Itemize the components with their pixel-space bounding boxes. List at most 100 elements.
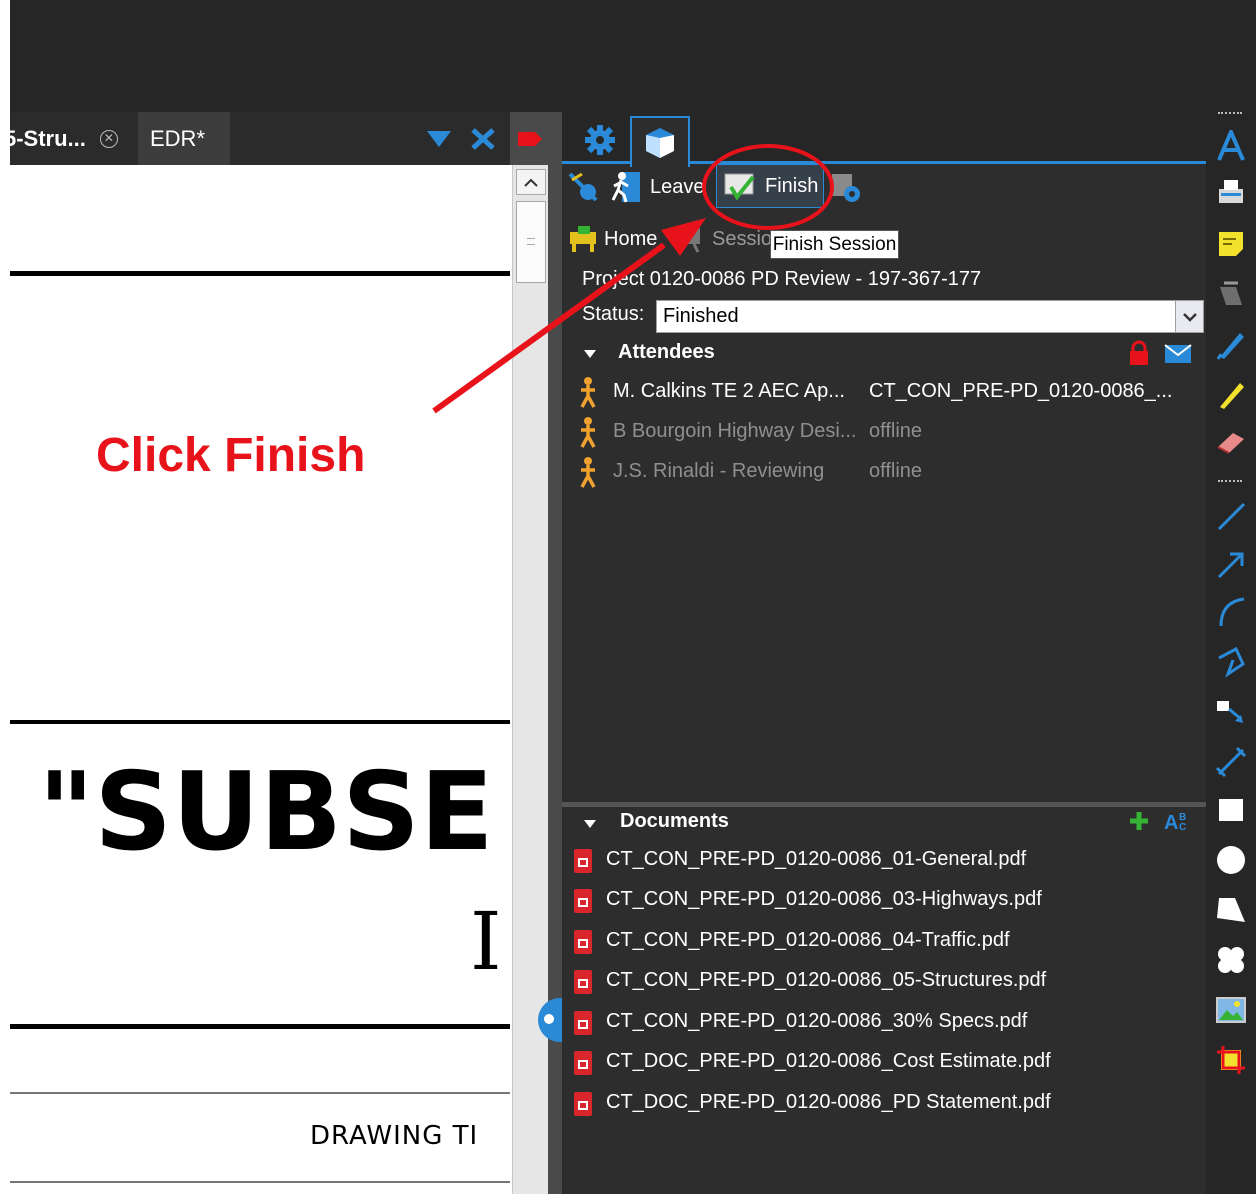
document-name: CT_CON_PRE-PD_0120-0086_05-Structures.pd…: [606, 969, 1047, 991]
person-icon: [580, 457, 596, 488]
pdf-icon: [574, 1092, 592, 1116]
attendee-name: M. Calkins TE 2 AEC Ap...: [613, 380, 845, 402]
attendee-row[interactable]: M. Calkins TE 2 AEC Ap... CT_CON_PRE-PD_…: [562, 372, 1206, 412]
document-list-item[interactable]: CT_CON_PRE-PD_0120-0086_01-General.pdf: [562, 840, 1206, 880]
typewriter-icon[interactable]: [1206, 170, 1256, 214]
document-name: CT_DOC_PRE-PD_0120-0086_Cost Estimate.pd…: [606, 1050, 1051, 1072]
section-splitter[interactable]: [562, 802, 1206, 807]
eraser-icon[interactable]: [1206, 420, 1256, 464]
tab-studio-sessions[interactable]: [630, 116, 690, 167]
dimension-icon[interactable]: [1206, 740, 1256, 784]
image-icon[interactable]: [1206, 988, 1256, 1032]
rename-icon[interactable]: ABC: [1162, 808, 1192, 834]
home-label: Home: [604, 227, 658, 250]
vertical-scrollbar[interactable]: [512, 165, 548, 1194]
arc-icon[interactable]: [1206, 590, 1256, 634]
person-icon: [580, 377, 596, 408]
document-name: CT_CON_PRE-PD_0120-0086_30% Specs.pdf: [606, 1010, 1028, 1032]
rule-line: [10, 1024, 510, 1029]
attendee-name: J.S. Rinaldi - Reviewing: [613, 460, 825, 482]
finish-label: Finish: [765, 174, 819, 197]
attendee-status: offline: [869, 460, 923, 482]
add-document-icon[interactable]: [1128, 810, 1150, 832]
tab-label: EDR*: [150, 125, 206, 151]
scroll-up-button[interactable]: [516, 169, 546, 195]
pdf-icon: [574, 849, 592, 873]
tab-structures[interactable]: 5-Stru... ✕: [4, 112, 146, 165]
email-icon[interactable]: [1164, 344, 1192, 366]
drawing-serif-text: I: [470, 895, 502, 988]
strip-grip[interactable]: [1218, 112, 1242, 116]
rectangle-icon[interactable]: [1206, 788, 1256, 832]
lock-icon[interactable]: [1128, 340, 1150, 366]
scroll-thumb[interactable]: [516, 201, 546, 283]
bookmark-icon[interactable]: [510, 112, 550, 165]
status-dropdown[interactable]: Finished: [656, 300, 1204, 333]
polyline-icon[interactable]: [1206, 640, 1256, 684]
documents-header: Documents: [620, 810, 729, 832]
callout-icon[interactable]: [1206, 690, 1256, 734]
tab-settings[interactable]: [570, 116, 630, 164]
app-toolbar-area: [10, 0, 1256, 112]
gear-icon: [585, 125, 615, 155]
person-icon: [580, 417, 596, 448]
attendees-header: Attendees: [618, 341, 715, 363]
pdf-icon: [574, 1011, 592, 1035]
ellipse-icon[interactable]: [1206, 838, 1256, 882]
leave-button[interactable]: Leave: [610, 168, 705, 206]
strip-grip[interactable]: [1218, 480, 1242, 484]
text-icon[interactable]: [1206, 124, 1256, 168]
annotation-callout-text: Click Finish: [96, 429, 366, 482]
highlight-icon[interactable]: [1206, 272, 1256, 316]
pen-icon[interactable]: [1206, 322, 1256, 366]
document-list-item[interactable]: CT_DOC_PRE-PD_0120-0086_PD Statement.pdf: [562, 1083, 1206, 1123]
panel-tab-strip: [562, 112, 1206, 167]
document-list-item[interactable]: CT_CON_PRE-PD_0120-0086_04-Traffic.pdf: [562, 921, 1206, 961]
document-canvas[interactable]: "SUBSE I DRAWING TI: [10, 165, 510, 1194]
session-settings-icon[interactable]: [830, 172, 864, 204]
arrow-icon[interactable]: [1206, 542, 1256, 586]
document-list-item[interactable]: CT_DOC_PRE-PD_0120-0086_Cost Estimate.pd…: [562, 1042, 1206, 1082]
session-label: Sessio: [712, 227, 773, 250]
polygon-icon[interactable]: [1206, 888, 1256, 932]
rule-line: [10, 1092, 510, 1094]
status-value: Finished: [663, 305, 739, 327]
attendee-row[interactable]: J.S. Rinaldi - Reviewing offline: [562, 452, 1206, 492]
project-title: Project 0120-0086 PD Review - 197-367-17…: [582, 268, 982, 290]
attendee-status: CT_CON_PRE-PD_0120-0086_...: [869, 380, 1173, 402]
attendee-row[interactable]: B Bourgoin Highway Desi... offline: [562, 412, 1206, 452]
finish-button[interactable]: Finish: [716, 164, 824, 208]
document-list-item[interactable]: CT_CON_PRE-PD_0120-0086_03-Highways.pdf: [562, 880, 1206, 920]
highlighter-icon[interactable]: [1206, 372, 1256, 416]
crop-icon[interactable]: [1206, 1038, 1256, 1082]
tab-list-dropdown-icon[interactable]: [422, 112, 456, 165]
document-name: CT_CON_PRE-PD_0120-0086_03-Highways.pdf: [606, 888, 1042, 910]
session-link[interactable]: Sessio: [674, 224, 772, 254]
finish-session-tooltip: Finish Session: [770, 230, 899, 259]
document-list-item[interactable]: CT_CON_PRE-PD_0120-0086_05-Structures.pd…: [562, 961, 1206, 1001]
tab-label: 5-Stru...: [4, 125, 86, 151]
document-list-item[interactable]: CT_CON_PRE-PD_0120-0086_30% Specs.pdf: [562, 1002, 1206, 1042]
attendee-status: offline: [869, 420, 923, 442]
close-icon[interactable]: ✕: [99, 129, 118, 148]
collapse-attendees-icon[interactable]: [584, 350, 596, 358]
drawing-title-label: DRAWING TI: [310, 1121, 479, 1151]
chevron-down-icon[interactable]: [1175, 301, 1203, 332]
disconnect-icon[interactable]: [566, 170, 600, 204]
finish-session-icon: [724, 173, 755, 201]
home-link[interactable]: Home: [568, 224, 657, 254]
svg-text:A: A: [1164, 812, 1178, 834]
drawing-big-text: "SUBSE: [38, 750, 494, 875]
document-name: CT_CON_PRE-PD_0120-0086_04-Traffic.pdf: [606, 929, 1010, 951]
collapse-documents-icon[interactable]: [584, 820, 596, 828]
rule-line: [10, 1181, 510, 1183]
tab-edr[interactable]: EDR*: [138, 112, 230, 165]
line-icon[interactable]: [1206, 494, 1256, 538]
markup-tools-strip: [1206, 112, 1256, 1194]
note-icon[interactable]: [1206, 222, 1256, 266]
pdf-icon: [574, 970, 592, 994]
close-all-tabs-icon[interactable]: [464, 112, 502, 165]
studio-session-panel: Leave Finish Home Sessio Project 0120-00…: [562, 112, 1206, 1194]
cloud-icon[interactable]: [1206, 938, 1256, 982]
document-name: CT_DOC_PRE-PD_0120-0086_PD Statement.pdf: [606, 1091, 1051, 1113]
